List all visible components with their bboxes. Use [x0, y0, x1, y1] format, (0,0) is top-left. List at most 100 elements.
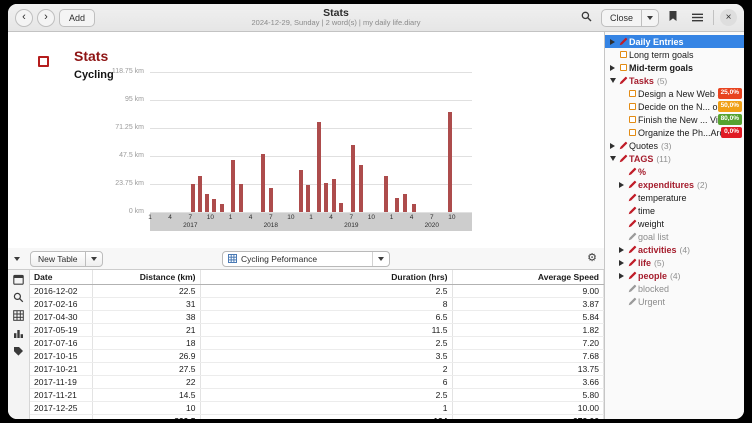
tree-item-tasks[interactable]: Tasks(5): [605, 74, 744, 87]
expander-closed-icon[interactable]: [608, 65, 617, 71]
table-row[interactable]: 2017-07-16182.57.20: [30, 337, 604, 350]
table-cell[interactable]: 22.5: [92, 285, 200, 298]
table-cell[interactable]: 10: [92, 402, 200, 415]
table-cell[interactable]: 14.5: [92, 389, 200, 402]
column-header-duration-hrs[interactable]: Duration (hrs): [200, 270, 452, 285]
table-cell[interactable]: 2017-11-21: [30, 389, 92, 402]
table-cell[interactable]: 2.5: [200, 285, 452, 298]
tree-item-blocked[interactable]: blocked: [605, 282, 744, 295]
expander-open-icon[interactable]: [608, 156, 617, 161]
view-tags-button[interactable]: [11, 346, 27, 360]
table-cell[interactable]: 1.82: [452, 324, 604, 337]
table-cell[interactable]: 2.5: [200, 337, 452, 350]
window-close-button[interactable]: ×: [720, 9, 737, 26]
tree-item-life[interactable]: life(5): [605, 256, 744, 269]
expander-closed-icon[interactable]: [608, 39, 617, 45]
table-cell[interactable]: 2017-02-16: [30, 298, 92, 311]
table-cell[interactable]: 3.5: [200, 350, 452, 363]
tree-item-tags[interactable]: TAGS(11): [605, 152, 744, 165]
table-cell[interactable]: 2: [200, 363, 452, 376]
table-row[interactable]: 2017-05-192111.51.82: [30, 324, 604, 337]
table-cell[interactable]: 10.00: [452, 402, 604, 415]
table-cell[interactable]: 3.66: [452, 376, 604, 389]
tree-item-daily-entries[interactable]: Daily Entries: [605, 35, 744, 48]
table-cell[interactable]: 2016-12-02: [30, 285, 92, 298]
table-row[interactable]: 2017-11-2114.52.55.80: [30, 389, 604, 402]
table-cell[interactable]: 22: [92, 376, 200, 389]
tree-item-long-term-goals[interactable]: Long term goals: [605, 48, 744, 61]
expander-open-icon[interactable]: [608, 78, 617, 83]
collapse-panel-button[interactable]: [14, 257, 20, 261]
view-search-button[interactable]: [11, 292, 27, 306]
checkbox-marker[interactable]: [38, 56, 49, 67]
tree-item-goal-list[interactable]: goal list: [605, 230, 744, 243]
expander-closed-icon[interactable]: [617, 247, 626, 253]
tree-item-expenditures[interactable]: expenditures(2): [605, 178, 744, 191]
tree-item-quotes[interactable]: Quotes(3): [605, 139, 744, 152]
view-calendar-button[interactable]: [11, 274, 27, 288]
table-cell[interactable]: 2017-07-16: [30, 337, 92, 350]
table-row[interactable]: 2017-10-2127.5213.75: [30, 363, 604, 376]
table-cell[interactable]: 3.87: [452, 298, 604, 311]
table-cell[interactable]: 5.80: [452, 389, 604, 402]
new-table-button[interactable]: New Table: [31, 254, 85, 264]
table-cell[interactable]: 13.75: [452, 363, 604, 376]
table-cell[interactable]: 9.00: [452, 285, 604, 298]
forward-button[interactable]: ›: [37, 9, 55, 27]
expander-closed-icon[interactable]: [617, 273, 626, 279]
column-header-date[interactable]: Date: [30, 270, 92, 285]
column-header-distance-km[interactable]: Distance (km): [92, 270, 200, 285]
view-chart-button[interactable]: [11, 328, 27, 342]
tree-item-weight[interactable]: weight: [605, 217, 744, 230]
view-table-button[interactable]: [11, 310, 27, 324]
tree-item-activities[interactable]: activities(4): [605, 243, 744, 256]
table-cell[interactable]: 2017-12-25: [30, 402, 92, 415]
table-cell[interactable]: 38: [92, 311, 200, 324]
table-cell[interactable]: 8: [200, 298, 452, 311]
table-cell[interactable]: 2017-10-15: [30, 350, 92, 363]
search-button[interactable]: [577, 9, 597, 27]
table-cell[interactable]: 2017-11-19: [30, 376, 92, 389]
tree-item-finish-the-new-video[interactable]: Finish the New ... Video80,0%: [605, 113, 744, 126]
editor-page[interactable]: Stats Cycling 14710201714710201814710201…: [8, 32, 604, 248]
table-cell[interactable]: 31: [92, 298, 200, 311]
table-cell[interactable]: 2017-10-21: [30, 363, 92, 376]
tree-item-organize-the-ph-archive[interactable]: Organize the Ph...Archive0,0%: [605, 126, 744, 139]
bookmark-button[interactable]: [663, 9, 683, 27]
table-row[interactable]: 2017-04-30386.55.84: [30, 311, 604, 324]
table-cell[interactable]: 7.20: [452, 337, 604, 350]
tree-item-urgent[interactable]: Urgent: [605, 295, 744, 308]
table-cell[interactable]: 2017-04-30: [30, 311, 92, 324]
table-cell[interactable]: 6.5: [200, 311, 452, 324]
expander-closed-icon[interactable]: [608, 143, 617, 149]
table-row[interactable]: 2017-10-1526.93.57.68: [30, 350, 604, 363]
column-header-average-speed[interactable]: Average Speed: [452, 270, 604, 285]
table-cell[interactable]: 18: [92, 337, 200, 350]
tree-item-temperature[interactable]: temperature: [605, 191, 744, 204]
table-settings-button[interactable]: ⚙: [587, 253, 597, 264]
new-table-dropdown-button[interactable]: [85, 252, 102, 266]
tree-item-mid-term-goals[interactable]: Mid-term goals: [605, 61, 744, 74]
expander-closed-icon[interactable]: [617, 182, 626, 188]
tree-item-decide-on-the-n-o-buy[interactable]: Decide on the N... o Buy50,0%: [605, 100, 744, 113]
close-dropdown-button[interactable]: [641, 10, 658, 26]
add-button[interactable]: Add: [59, 9, 95, 27]
table-cell[interactable]: 11.5: [200, 324, 452, 337]
table-cell[interactable]: 27.5: [92, 363, 200, 376]
table-cell[interactable]: 7.68: [452, 350, 604, 363]
close-button[interactable]: Close: [602, 10, 641, 26]
expander-closed-icon[interactable]: [617, 260, 626, 266]
table-cell[interactable]: 26.9: [92, 350, 200, 363]
tree-item-item[interactable]: %: [605, 165, 744, 178]
table-row[interactable]: 2016-12-0222.52.59.00: [30, 285, 604, 298]
table-cell[interactable]: 21: [92, 324, 200, 337]
table-row[interactable]: 2017-11-192263.66: [30, 376, 604, 389]
back-button[interactable]: ‹: [15, 9, 33, 27]
table-row[interactable]: 2017-12-2510110.00: [30, 402, 604, 415]
table-select-combobox[interactable]: Cycling Peformance: [222, 251, 390, 267]
tree-item-people[interactable]: people(4): [605, 269, 744, 282]
stats-table[interactable]: DateDistance (km)Duration (hrs)Average S…: [30, 270, 604, 419]
table-cell[interactable]: 2.5: [200, 389, 452, 402]
tree-item-design-a-new-web-site[interactable]: Design a New Web Site25,0%: [605, 87, 744, 100]
table-cell[interactable]: 5.84: [452, 311, 604, 324]
